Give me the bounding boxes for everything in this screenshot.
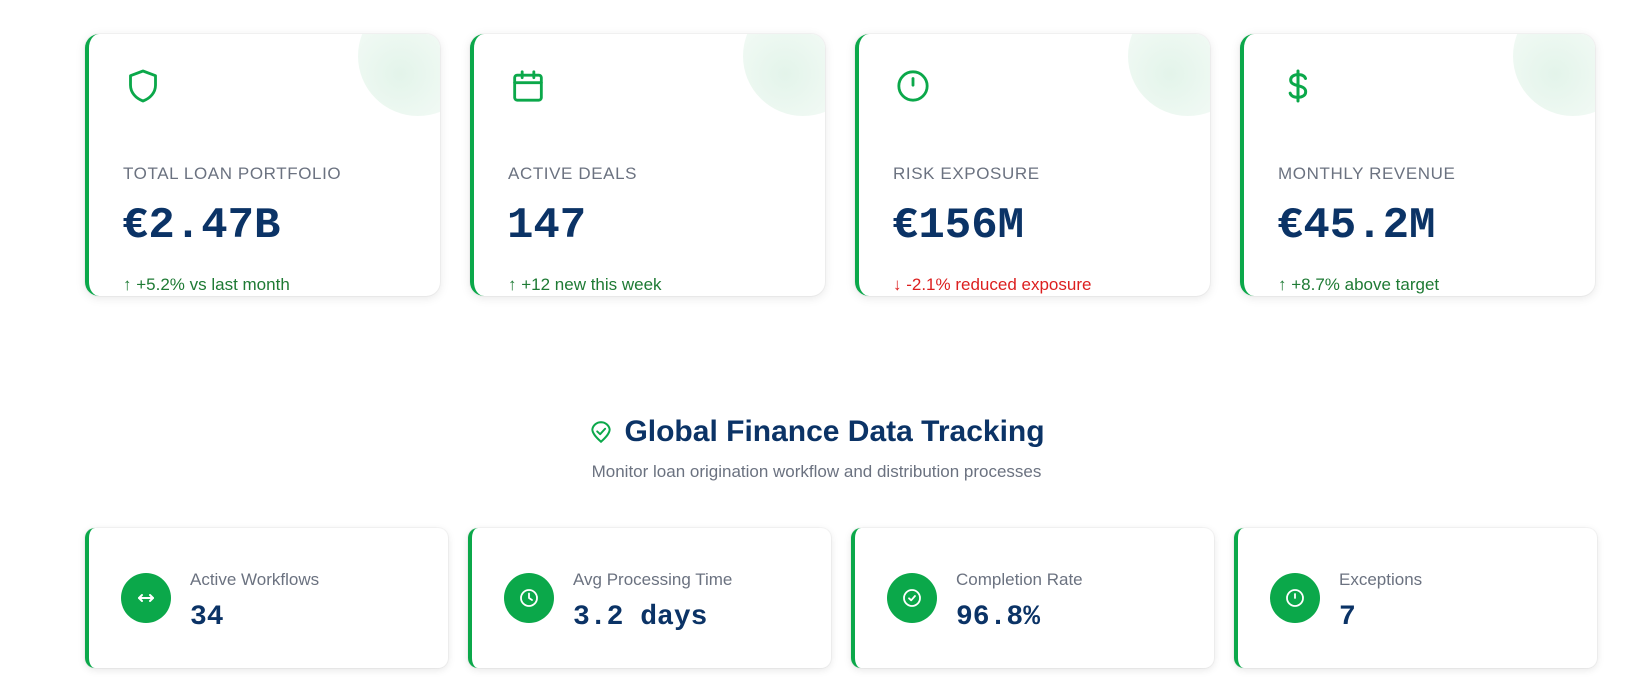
kpi-label: ACTIVE DEALS bbox=[508, 164, 638, 183]
clock-icon bbox=[504, 573, 554, 623]
alert-circle-icon bbox=[1270, 573, 1320, 623]
location-pin-icon bbox=[591, 421, 612, 443]
stat-card-avg-processing-time[interactable]: Avg Processing Time 3.2 days bbox=[468, 528, 831, 668]
stat-label: Exceptions bbox=[1339, 570, 1423, 589]
section-header: Global Finance Data Tracking Monitor loa… bbox=[0, 415, 1633, 482]
card-corner-decoration bbox=[1128, 34, 1210, 116]
kpi-card-risk-exposure[interactable]: RISK EXPOSURE €156M ↓ -2.1% reduced expo… bbox=[855, 34, 1210, 296]
section-title: Global Finance Data Tracking bbox=[624, 415, 1045, 448]
kpi-label: MONTHLY REVENUE bbox=[1278, 164, 1456, 183]
card-corner-decoration bbox=[1513, 34, 1595, 116]
kpi-label: RISK EXPOSURE bbox=[893, 164, 1040, 183]
kpi-card-total-loan-portfolio[interactable]: TOTAL LOAN PORTFOLIO €2.47B ↑ +5.2% vs l… bbox=[85, 34, 440, 296]
kpi-row: TOTAL LOAN PORTFOLIO €2.47B ↑ +5.2% vs l… bbox=[85, 34, 1595, 296]
kpi-trend: ↓ -2.1% reduced exposure bbox=[893, 275, 1092, 294]
dollar-icon bbox=[1288, 69, 1308, 103]
stat-value: 34 bbox=[190, 602, 224, 633]
kpi-value: 147 bbox=[507, 201, 587, 251]
kpi-trend: ↑ +12 new this week bbox=[508, 275, 662, 294]
alert-circle-icon bbox=[897, 70, 929, 102]
kpi-value: €2.47B bbox=[122, 201, 281, 251]
card-corner-decoration bbox=[743, 34, 825, 116]
section-title-wrap: Global Finance Data Tracking bbox=[588, 415, 1045, 449]
stat-card-completion-rate[interactable]: Completion Rate 96.8% bbox=[851, 528, 1214, 668]
kpi-card-monthly-revenue[interactable]: MONTHLY REVENUE €45.2M ↑ +8.7% above tar… bbox=[1240, 34, 1595, 296]
stat-value: 7 bbox=[1339, 602, 1356, 633]
kpi-card-active-deals[interactable]: ACTIVE DEALS 147 ↑ +12 new this week bbox=[470, 34, 825, 296]
section-subtitle: Monitor loan origination workflow and di… bbox=[591, 462, 1042, 481]
check-circle-icon bbox=[887, 573, 937, 623]
workflow-stats-row: Active Workflows 34 Avg Processing Time … bbox=[85, 528, 1597, 668]
kpi-value: €156M bbox=[892, 201, 1025, 251]
calendar-icon bbox=[513, 70, 543, 102]
kpi-trend: ↑ +8.7% above target bbox=[1278, 275, 1440, 294]
stat-label: Active Workflows bbox=[190, 570, 320, 589]
dashboard-page: TOTAL LOAN PORTFOLIO €2.47B ↑ +5.2% vs l… bbox=[0, 0, 1633, 681]
stat-card-active-workflows[interactable]: Active Workflows 34 bbox=[85, 528, 448, 668]
stat-label: Avg Processing Time bbox=[573, 570, 733, 589]
kpi-label: TOTAL LOAN PORTFOLIO bbox=[123, 164, 342, 183]
stat-card-exceptions[interactable]: Exceptions 7 bbox=[1234, 528, 1597, 668]
arrows-horizontal-icon bbox=[121, 573, 171, 623]
stat-label: Completion Rate bbox=[956, 570, 1083, 589]
shield-icon bbox=[129, 69, 157, 103]
kpi-trend: ↑ +5.2% vs last month bbox=[123, 275, 290, 294]
card-corner-decoration bbox=[358, 34, 440, 116]
stat-value: 3.2 days bbox=[573, 602, 708, 633]
stat-value: 96.8% bbox=[956, 602, 1041, 633]
kpi-value: €45.2M bbox=[1277, 201, 1436, 251]
